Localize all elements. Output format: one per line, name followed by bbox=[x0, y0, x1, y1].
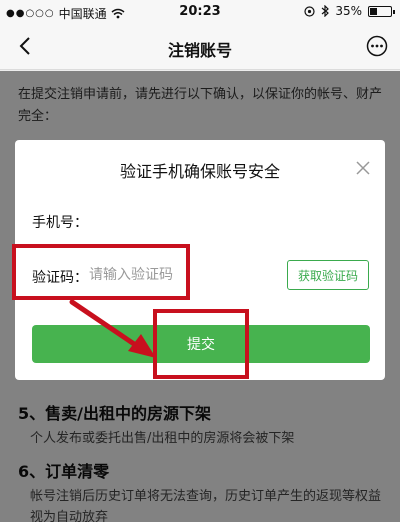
battery-percent: 35% bbox=[335, 4, 362, 18]
battery-icon bbox=[368, 5, 395, 17]
status-right: 35% bbox=[304, 4, 395, 18]
status-bar: ●●○○○ 中国联通 20:23 35% bbox=[0, 0, 400, 24]
dialog-title: 验证手机确保账号安全 bbox=[119, 162, 280, 181]
location-icon bbox=[304, 5, 315, 17]
page-title: 注销账号 bbox=[167, 41, 232, 60]
phone-label: 手机号： bbox=[32, 215, 88, 231]
more-options-icon[interactable] bbox=[366, 35, 388, 57]
bluetooth-icon bbox=[321, 5, 330, 17]
highlight-box-code bbox=[12, 244, 190, 300]
highlight-box-submit bbox=[153, 309, 249, 379]
nav-bar: 注销账号 bbox=[0, 24, 400, 70]
battery-fill bbox=[370, 7, 377, 15]
close-icon[interactable] bbox=[355, 160, 371, 176]
get-code-button[interactable]: 获取验证码 bbox=[287, 260, 369, 290]
